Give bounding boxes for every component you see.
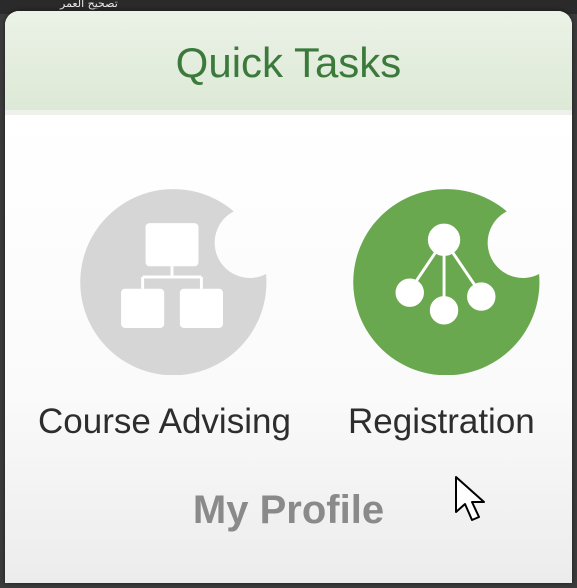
course-advising-circle[interactable] [75,179,271,375]
course-advising-label[interactable]: Course Advising [38,402,291,442]
panel-title: Quick Tasks [175,39,402,86]
mouse-cursor-icon [455,476,485,521]
registration-label[interactable]: Registration [348,402,535,442]
registration-circle[interactable] [348,179,544,375]
top-strip-text: تصحيح العمر [60,0,118,10]
panel-header: Quick Tasks [5,11,572,115]
